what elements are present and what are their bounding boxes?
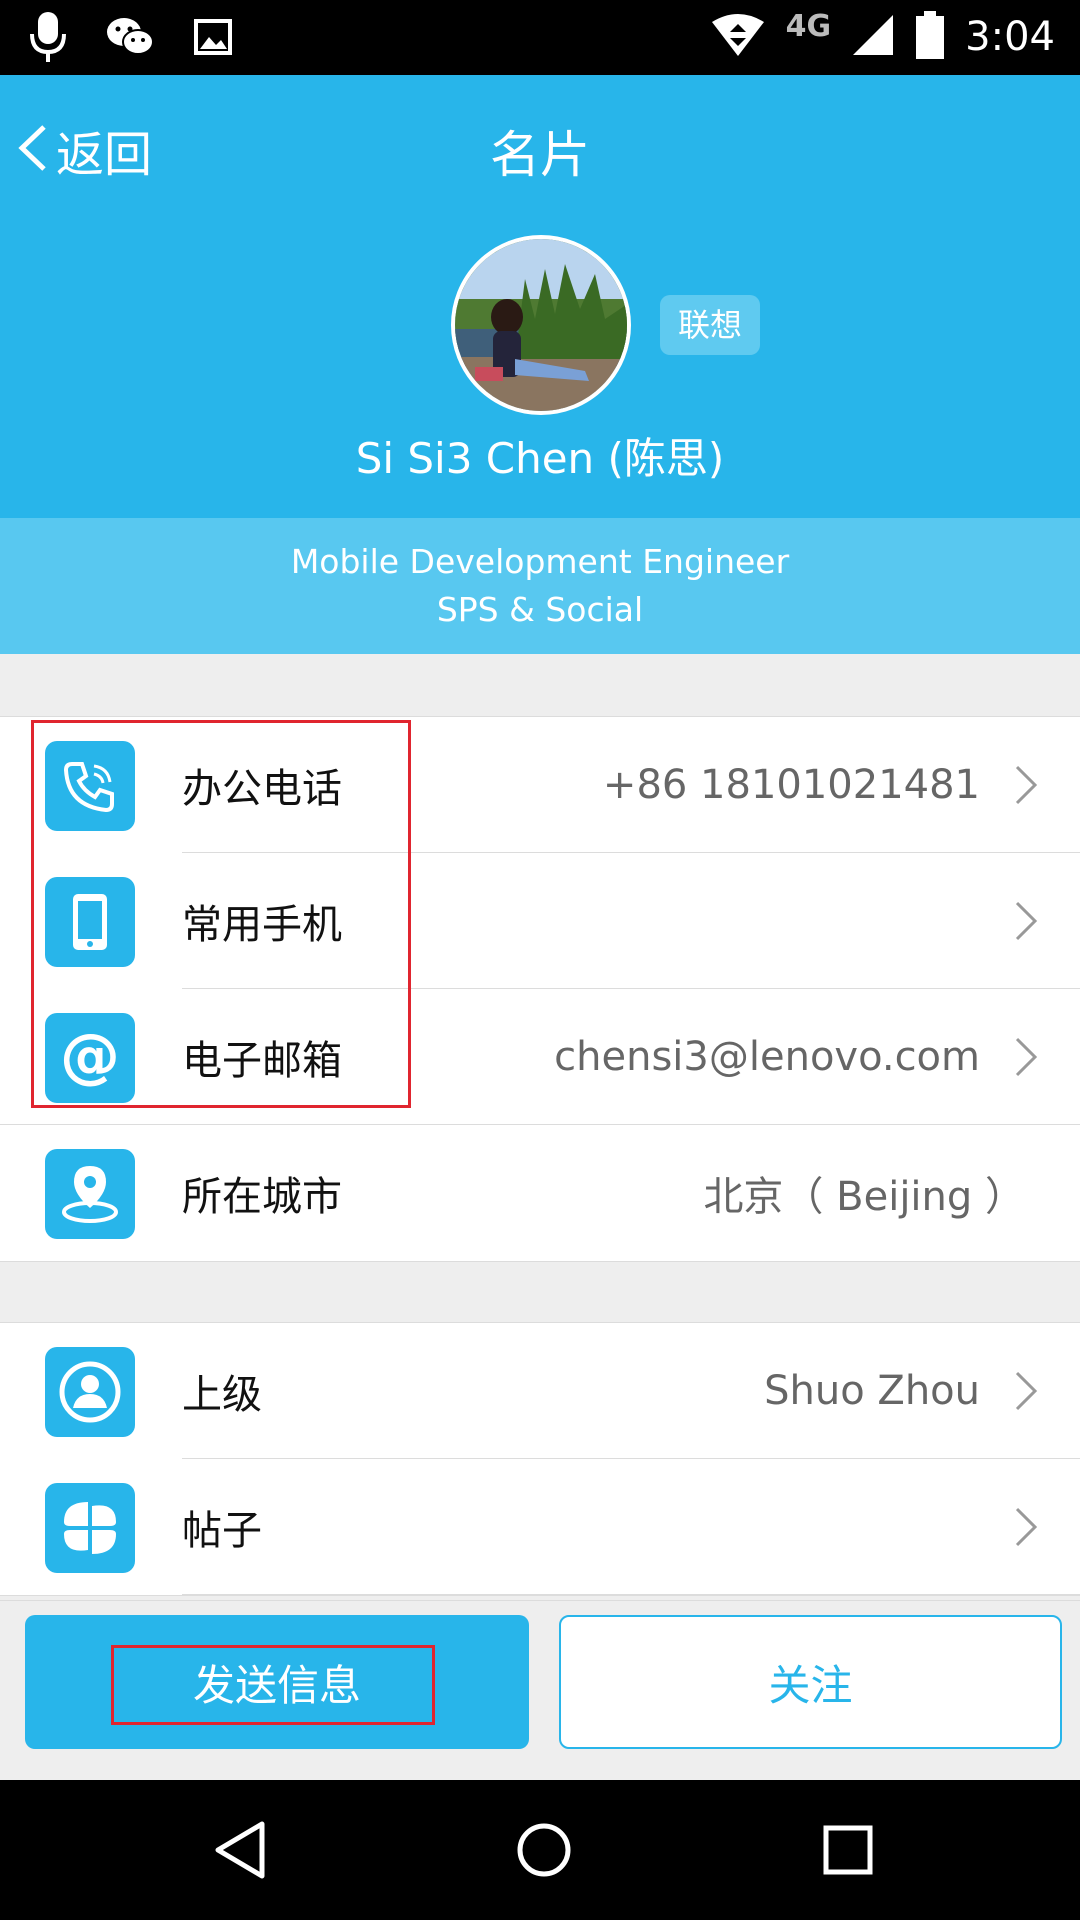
row-value: chensi3@lenovo.com bbox=[554, 1034, 980, 1080]
list-item-mobile[interactable]: 常用手机 bbox=[0, 853, 1080, 989]
relation-list: 上级 Shuo Zhou 帖子 bbox=[0, 1322, 1080, 1596]
list-item-supervisor[interactable]: 上级 Shuo Zhou bbox=[0, 1323, 1080, 1459]
nav-recents-button[interactable] bbox=[808, 1810, 888, 1890]
row-value: 北京（ Beijing ） bbox=[703, 1174, 1025, 1220]
chevron-right-icon bbox=[1014, 901, 1038, 945]
battery-icon bbox=[915, 11, 945, 63]
send-message-button[interactable]: 发送信息 bbox=[25, 1615, 529, 1749]
page-title: 名片 bbox=[490, 126, 590, 184]
system-nav-bar bbox=[0, 1780, 1080, 1920]
chevron-right-icon bbox=[1014, 1371, 1038, 1415]
profile-header: 返回 名片 联想 Si Si3 Chen (陈思) bbox=[0, 75, 1080, 518]
phone-icon bbox=[45, 741, 135, 831]
job-info-banner: Mobile Development Engineer SPS & Social bbox=[0, 518, 1080, 654]
company-tag: 联想 bbox=[660, 295, 761, 355]
nav-home-button[interactable] bbox=[504, 1810, 584, 1890]
status-bar: 4G 3:04 bbox=[0, 0, 1080, 75]
row-label: 所在城市 bbox=[182, 1174, 342, 1220]
status-time: 3:04 bbox=[965, 14, 1055, 60]
wechat-icon bbox=[106, 16, 154, 62]
nav-back-button[interactable] bbox=[200, 1810, 280, 1890]
avatar[interactable] bbox=[451, 235, 631, 415]
row-label: 常用手机 bbox=[182, 902, 342, 948]
chevron-right-icon bbox=[1014, 1037, 1038, 1081]
row-value: +86 18101021481 bbox=[602, 762, 980, 808]
email-at-icon: @ bbox=[45, 1013, 135, 1103]
circle-home-icon bbox=[517, 1823, 571, 1877]
microphone-icon bbox=[30, 12, 66, 66]
follow-label: 关注 bbox=[768, 1660, 853, 1710]
network-type: 4G bbox=[785, 8, 832, 44]
square-recents-icon bbox=[823, 1825, 873, 1875]
divider bbox=[182, 1594, 1080, 1595]
list-item-posts[interactable]: 帖子 bbox=[0, 1459, 1080, 1595]
mobile-icon bbox=[45, 877, 135, 967]
chevron-right-icon bbox=[1014, 765, 1038, 809]
signal-icon bbox=[851, 13, 895, 61]
contact-list: 办公电话 +86 18101021481 常用手机 @ 电子邮箱 chensi3… bbox=[0, 716, 1080, 1262]
list-item-email[interactable]: @ 电子邮箱 chensi3@lenovo.com bbox=[0, 989, 1080, 1125]
chevron-right-icon bbox=[1014, 1507, 1038, 1551]
person-icon bbox=[45, 1347, 135, 1437]
row-value: Shuo Zhou bbox=[764, 1368, 980, 1414]
user-name: Si Si3 Chen (陈思) bbox=[355, 434, 725, 483]
follow-button[interactable]: 关注 bbox=[559, 1615, 1062, 1749]
row-label: 帖子 bbox=[182, 1508, 262, 1554]
list-item-city: 所在城市 北京（ Beijing ） bbox=[0, 1125, 1080, 1261]
svg-text:@: @ bbox=[60, 1026, 120, 1090]
image-icon bbox=[194, 19, 232, 59]
row-label: 办公电话 bbox=[182, 766, 342, 812]
triangle-back-icon bbox=[215, 1821, 265, 1879]
list-item-office-phone[interactable]: 办公电话 +86 18101021481 bbox=[0, 717, 1080, 853]
action-bar: 发送信息 关注 bbox=[0, 1600, 1080, 1780]
send-message-label: 发送信息 bbox=[192, 1660, 361, 1710]
department: SPS & Social bbox=[436, 590, 644, 629]
location-icon bbox=[45, 1149, 135, 1239]
wifi-icon bbox=[710, 14, 766, 60]
posts-icon bbox=[45, 1483, 135, 1573]
row-label: 电子邮箱 bbox=[182, 1038, 342, 1084]
row-label: 上级 bbox=[182, 1372, 262, 1418]
job-title: Mobile Development Engineer bbox=[290, 542, 790, 581]
